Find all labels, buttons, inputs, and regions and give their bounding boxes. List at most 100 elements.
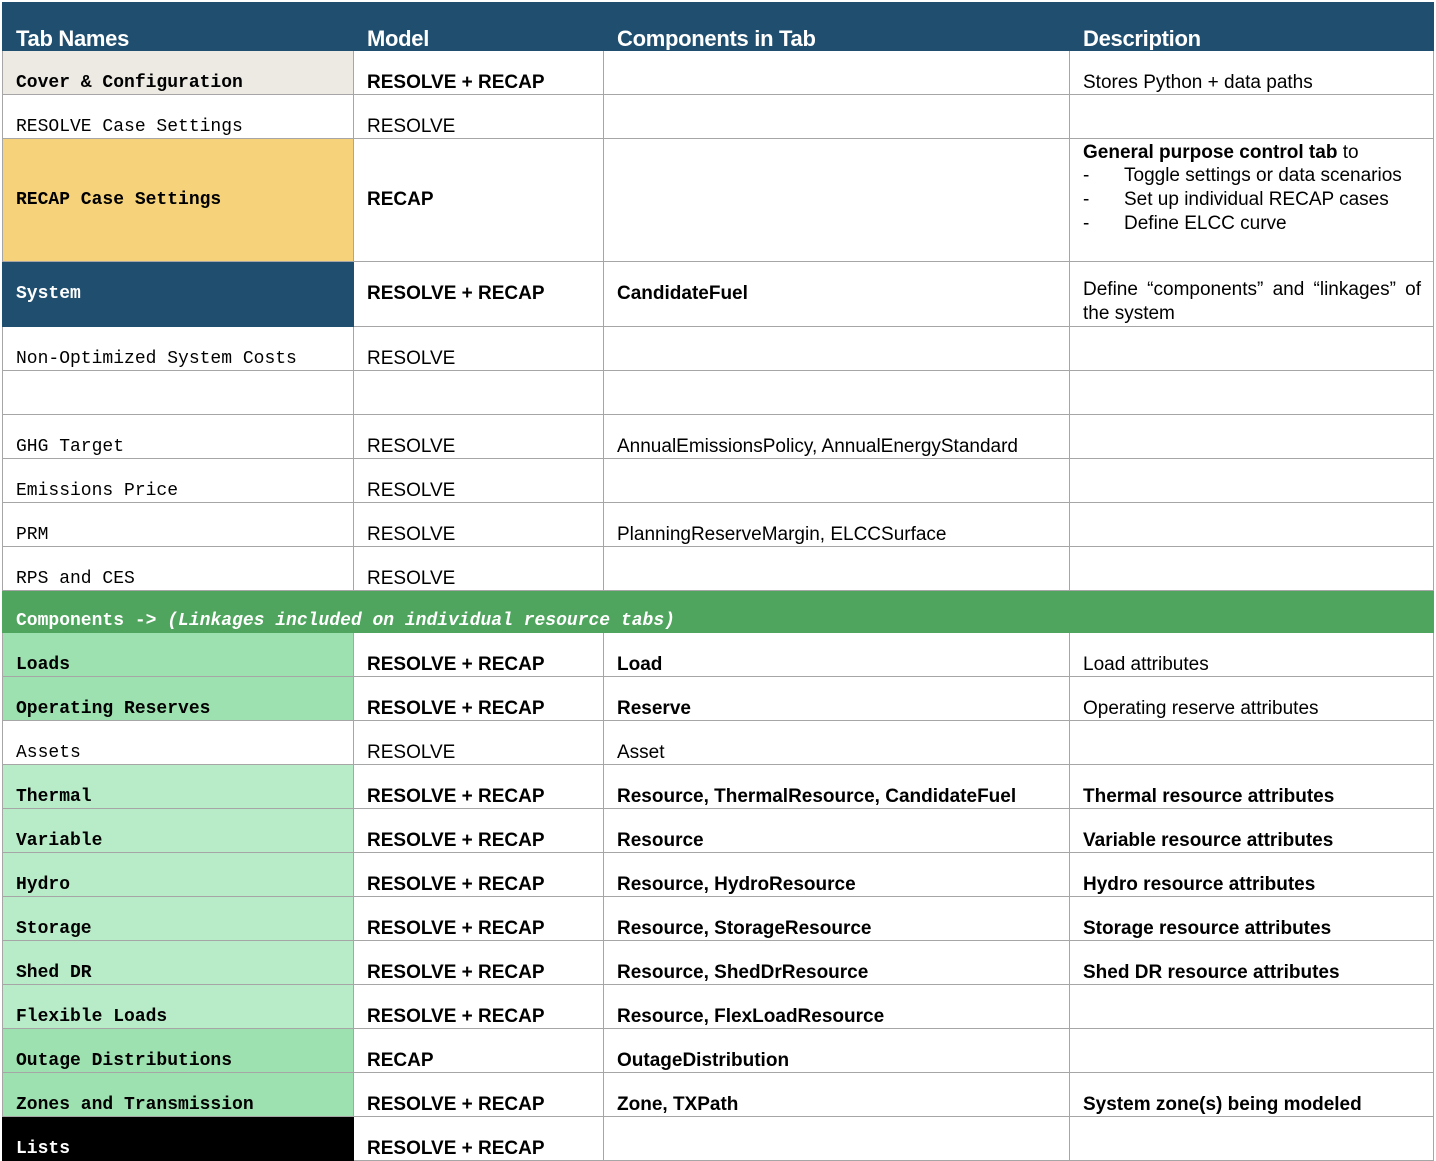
header-model: Model: [353, 2, 604, 51]
table-row: Shed DR RESOLVE + RECAP Resource, ShedDr…: [2, 940, 1434, 985]
tab-name: Outage Distributions: [2, 1028, 354, 1073]
model-cell: RESOLVE: [353, 94, 604, 139]
table-row: Cover & Configuration RESOLVE + RECAP St…: [2, 50, 1434, 95]
model-cell: RESOLVE + RECAP: [353, 940, 604, 985]
tab-name: PRM: [2, 502, 354, 547]
components-cell: CandidateFuel: [603, 261, 1070, 327]
components-cell: [603, 138, 1070, 262]
tab-name: Assets: [2, 720, 354, 765]
table-row: Zones and Transmission RESOLVE + RECAP Z…: [2, 1072, 1434, 1117]
model-cell: RESOLVE + RECAP: [353, 1072, 604, 1117]
tab-name: Zones and Transmission: [2, 1072, 354, 1117]
model-cell: RECAP: [353, 138, 604, 262]
model-cell: RESOLVE: [353, 326, 604, 371]
header-tab-names: Tab Names: [2, 2, 354, 51]
list-item: Define ELCC curve: [1083, 212, 1421, 236]
components-cell: Reserve: [603, 676, 1070, 721]
model-cell: RESOLVE + RECAP: [353, 261, 604, 327]
components-cell: [603, 458, 1070, 503]
description-cell: Operating reserve attributes: [1069, 676, 1434, 721]
model-cell: RESOLVE + RECAP: [353, 808, 604, 853]
description-cell: [1069, 1028, 1434, 1073]
model-cell: RESOLVE + RECAP: [353, 896, 604, 941]
table-row: RECAP Case Settings RECAP General purpos…: [2, 138, 1434, 262]
tab-name: Loads: [2, 632, 354, 677]
components-cell: OutageDistribution: [603, 1028, 1070, 1073]
description-cell: Shed DR resource attributes: [1069, 940, 1434, 985]
components-cell: [603, 326, 1070, 371]
section-header: Components -> (Linkages included on indi…: [2, 590, 1434, 633]
model-cell: RESOLVE + RECAP: [353, 50, 604, 95]
tab-name: Non-Optimized System Costs: [2, 326, 354, 371]
list-item: Toggle settings or data scenarios: [1083, 164, 1421, 188]
table-row: Outage Distributions RECAP OutageDistrib…: [2, 1028, 1434, 1073]
components-cell: Resource, HydroResource: [603, 852, 1070, 897]
table-row: Storage RESOLVE + RECAP Resource, Storag…: [2, 896, 1434, 941]
model-cell: RESOLVE: [353, 502, 604, 547]
table-row: GHG Target RESOLVE AnnualEmissionsPolicy…: [2, 414, 1434, 459]
header-description: Description: [1069, 2, 1434, 51]
table-row: Lists RESOLVE + RECAP: [2, 1116, 1434, 1161]
components-cell: PlanningReserveMargin, ELCCSurface: [603, 502, 1070, 547]
section-label: Components ->: [16, 611, 168, 631]
model-cell: RESOLVE: [353, 720, 604, 765]
description-cell: Storage resource attributes: [1069, 896, 1434, 941]
tab-name: System: [2, 261, 354, 327]
description-cell: [1069, 458, 1434, 503]
model-cell: RESOLVE + RECAP: [353, 632, 604, 677]
components-cell: Resource: [603, 808, 1070, 853]
description-cell: [1069, 546, 1434, 591]
description-cell: Variable resource attributes: [1069, 808, 1434, 853]
section-note: (Linkages included on individual resourc…: [167, 611, 675, 631]
tab-name: [2, 370, 354, 415]
table-row: Non-Optimized System Costs RESOLVE: [2, 326, 1434, 371]
components-cell: [603, 370, 1070, 415]
model-cell: RECAP: [353, 1028, 604, 1073]
description-cell: [1069, 326, 1434, 371]
tab-name: Storage: [2, 896, 354, 941]
model-cell: RESOLVE + RECAP: [353, 676, 604, 721]
table-row: Emissions Price RESOLVE: [2, 458, 1434, 503]
list-item: Set up individual RECAP cases: [1083, 188, 1421, 212]
components-cell: Zone, TXPath: [603, 1072, 1070, 1117]
table-row: RESOLVE Case Settings RESOLVE: [2, 94, 1434, 139]
description-cell: Hydro resource attributes: [1069, 852, 1434, 897]
table-row: Operating Reserves RESOLVE + RECAP Reser…: [2, 676, 1434, 721]
tab-name: Hydro: [2, 852, 354, 897]
workbook-tabs-table: Tab Names Model Components in Tab Descri…: [2, 2, 1434, 1161]
model-cell: RESOLVE: [353, 414, 604, 459]
description-cell: [1069, 414, 1434, 459]
table-row: Thermal RESOLVE + RECAP Resource, Therma…: [2, 764, 1434, 809]
tab-name: Emissions Price: [2, 458, 354, 503]
header-components: Components in Tab: [603, 2, 1070, 51]
header-row: Tab Names Model Components in Tab Descri…: [2, 2, 1434, 51]
description-cell: [1069, 370, 1434, 415]
components-cell: [603, 546, 1070, 591]
components-cell: AnnualEmissionsPolicy, AnnualEnergyStand…: [603, 414, 1070, 459]
model-cell: [353, 370, 604, 415]
components-cell: Resource, ShedDrResource: [603, 940, 1070, 985]
description-cell: Load attributes: [1069, 632, 1434, 677]
tab-name: Operating Reserves: [2, 676, 354, 721]
components-cell: Asset: [603, 720, 1070, 765]
components-cell: Load: [603, 632, 1070, 677]
table-row: Loads RESOLVE + RECAP Load Load attribut…: [2, 632, 1434, 677]
tab-name: RECAP Case Settings: [2, 138, 354, 262]
description-cell: [1069, 720, 1434, 765]
description-cell: System zone(s) being modeled: [1069, 1072, 1434, 1117]
section-row: Components -> (Linkages included on indi…: [2, 590, 1434, 633]
description-cell: General purpose control tab to Toggle se…: [1069, 138, 1434, 262]
description-list: Toggle settings or data scenarios Set up…: [1083, 164, 1421, 236]
table-row: [2, 370, 1434, 415]
tab-name: GHG Target: [2, 414, 354, 459]
description-cell: [1069, 94, 1434, 139]
tab-name: Variable: [2, 808, 354, 853]
tab-name: Lists: [2, 1116, 354, 1161]
description-cell: Define “components” and “linkages” of th…: [1069, 261, 1434, 327]
description-cell: Stores Python + data paths: [1069, 50, 1434, 95]
description-cell: Thermal resource attributes: [1069, 764, 1434, 809]
table-row: Assets RESOLVE Asset: [2, 720, 1434, 765]
tab-name: Shed DR: [2, 940, 354, 985]
components-cell: [603, 1116, 1070, 1161]
description-cell: [1069, 1116, 1434, 1161]
